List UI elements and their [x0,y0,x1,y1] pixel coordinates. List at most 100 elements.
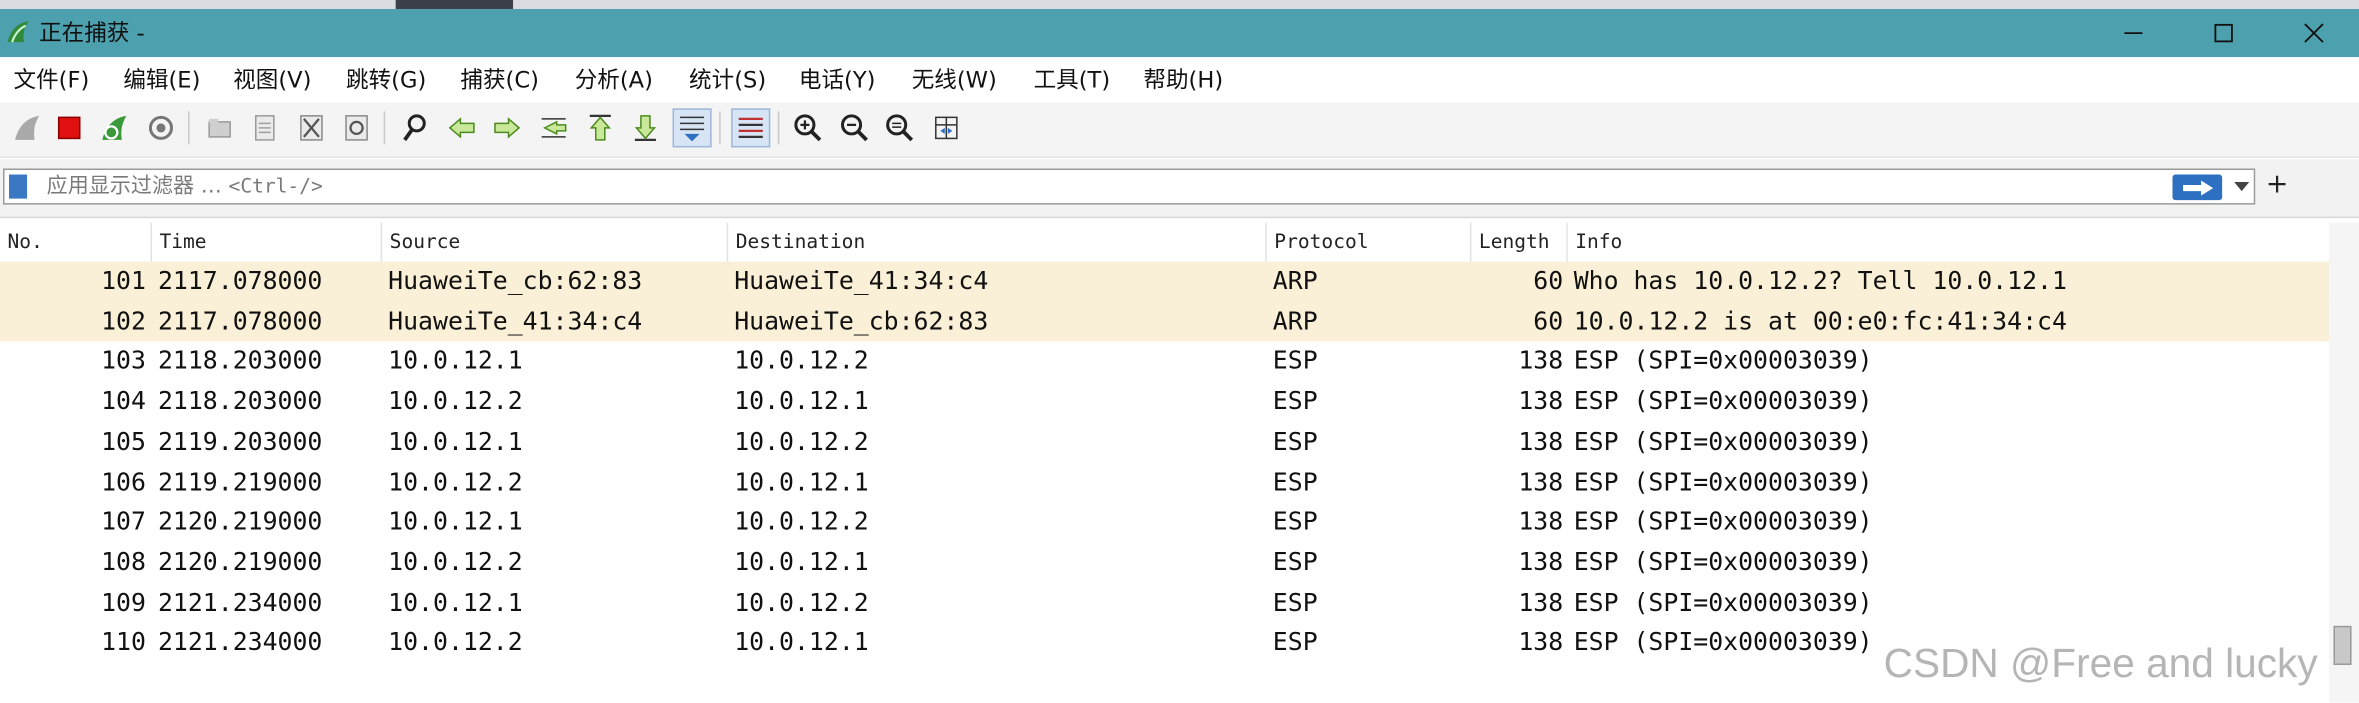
menu-go[interactable]: 跳转(G) [346,65,426,95]
cell-source: 10.0.12.2 [388,627,523,657]
cell-source: 10.0.12.1 [388,426,523,456]
stop-capture-button[interactable] [50,108,89,147]
column-header-source[interactable]: Source [382,222,729,262]
first-packet-button[interactable] [581,108,620,147]
autoscroll-button[interactable] [672,108,712,148]
scrollbar-thumb[interactable] [2333,625,2352,665]
packet-row[interactable]: 107 2120.219000 10.0.12.1 10.0.12.2 ESP 138 ES… [0,503,2329,543]
menu-telephony[interactable]: 电话(Y) [799,65,876,95]
packet-list-header: No. Time Source Destination Protocol Len… [0,222,2329,264]
find-packet-icon [403,114,426,142]
menu-wireless[interactable]: 无线(W) [912,65,997,95]
resize-columns-button[interactable] [927,108,966,147]
cell-length: 138 [1518,386,1564,416]
cell-info: ESP (SPI=0x00003039) [1573,507,1873,536]
packet-row[interactable]: 106 2119.219000 10.0.12.2 10.0.12.1 ESP 138 ES… [0,463,2329,503]
cell-no: 103 [101,346,146,376]
shark-fin-start-icon [15,115,40,140]
find-packet-button[interactable] [396,108,435,147]
cell-protocol: ESP [1272,507,1318,536]
toolbar-separator [383,111,386,145]
cell-no: 110 [101,627,146,657]
cell-protocol: ESP [1272,587,1318,617]
cell-destination: 10.0.12.2 [734,426,869,456]
cell-length: 138 [1518,346,1564,376]
cell-protocol: ESP [1272,426,1318,456]
cell-length: 138 [1518,547,1564,577]
watermark: CSDN @Free and lucky [1883,640,2318,687]
cell-destination: 10.0.12.2 [734,346,869,376]
reload-file-icon [345,115,368,141]
packet-row[interactable]: 102 2117.078000 HuaweiTe_41:34:c4 HuaweiTe_… [0,301,2329,343]
cell-source: 10.0.12.1 [388,587,523,617]
packet-row[interactable]: 104 2118.203000 10.0.12.2 10.0.12.1 ESP 138 ES… [0,382,2329,422]
close-icon [2304,23,2324,43]
column-header-protocol[interactable]: Protocol [1267,222,1472,262]
cell-no: 104 [101,386,146,416]
cell-time: 2119.219000 [157,467,323,496]
menu-capture[interactable]: 捕获(C) [460,65,539,95]
zoom-in-button[interactable] [788,108,827,147]
menu-help[interactable]: 帮助(H) [1143,65,1223,95]
first-packet-icon [589,114,611,141]
save-file-button[interactable] [245,108,284,147]
arrow-right-icon [2182,179,2213,195]
normal-size-button[interactable] [880,108,919,147]
cell-length: 138 [1518,426,1564,456]
menu-edit[interactable]: 编辑(E) [123,65,200,95]
column-header-destination[interactable]: Destination [728,222,1267,262]
column-header-length[interactable]: Length [1471,222,1568,262]
cell-destination: 10.0.12.1 [734,547,869,577]
open-file-button[interactable] [200,108,239,147]
close-button[interactable] [2269,9,2359,57]
filter-history-dropdown[interactable] [2231,175,2252,199]
column-header-no[interactable]: No. [0,222,152,262]
restart-capture-button[interactable] [95,108,134,147]
cell-source: 10.0.12.2 [388,467,523,496]
last-packet-icon [634,115,657,142]
cell-source: 10.0.12.2 [388,547,523,577]
packet-row[interactable]: 103 2118.203000 10.0.12.1 10.0.12.2 ESP 138 ES… [0,342,2329,382]
maximize-button[interactable] [2179,9,2269,57]
close-file-button[interactable] [292,108,331,147]
bookmark-icon[interactable] [9,174,28,199]
cell-protocol: ESP [1272,627,1318,657]
go-to-packet-icon [541,118,567,138]
column-header-time[interactable]: Time [152,222,383,262]
capture-options-button[interactable] [141,108,180,147]
menu-view[interactable]: 视图(V) [233,65,311,95]
display-filter-input[interactable]: 应用显示过滤器 … <Ctrl-/> [3,168,2256,205]
menu-analyze[interactable]: 分析(A) [575,65,653,95]
reload-file-button[interactable] [337,108,376,147]
start-capture-button[interactable] [8,108,47,147]
cell-no: 109 [101,587,146,617]
cell-info: ESP (SPI=0x00003039) [1573,587,1873,617]
cell-length: 60 [1533,266,1564,295]
menu-tools[interactable]: 工具(T) [1034,65,1111,95]
packet-row[interactable]: 108 2120.219000 10.0.12.2 10.0.12.1 ESP 138 ES… [0,543,2329,583]
menu-statistics[interactable]: 统计(S) [689,65,766,95]
colorize-button[interactable] [731,108,771,148]
cell-source: 10.0.12.1 [388,346,523,376]
cell-length: 138 [1518,467,1564,496]
add-filter-button[interactable]: + [2266,169,2289,202]
colorize-icon [738,117,763,139]
go-back-button[interactable] [442,108,481,147]
go-forward-button[interactable] [487,108,526,147]
packet-list: No. Time Source Destination Protocol Len… [0,222,2359,703]
cell-info: ESP (SPI=0x00003039) [1573,386,1873,416]
zoom-out-button[interactable] [835,108,874,147]
go-to-packet-button[interactable] [534,108,573,147]
menu-bar: 文件(F) 编辑(E) 视图(V) 跳转(G) 捕获(C) 分析(A) 统计(S… [0,57,2359,103]
menu-file[interactable]: 文件(F) [14,65,90,95]
apply-filter-button[interactable] [2172,174,2223,201]
cell-source: 10.0.12.2 [388,386,523,416]
cell-time: 2117.078000 [157,266,323,295]
packet-row[interactable]: 109 2121.234000 10.0.12.1 10.0.12.2 ESP 138 ES… [0,583,2329,623]
packet-row[interactable]: 105 2119.203000 10.0.12.1 10.0.12.2 ESP 138 ES… [0,422,2329,462]
packet-row[interactable]: 101 2117.078000 HuaweiTe_cb:62:83 HuaweiTe_… [0,261,2329,302]
last-packet-button[interactable] [626,108,665,147]
minimize-button[interactable] [2088,9,2178,57]
column-header-info[interactable]: Info [1568,223,2329,262]
cell-source: HuaweiTe_41:34:c4 [388,306,643,336]
